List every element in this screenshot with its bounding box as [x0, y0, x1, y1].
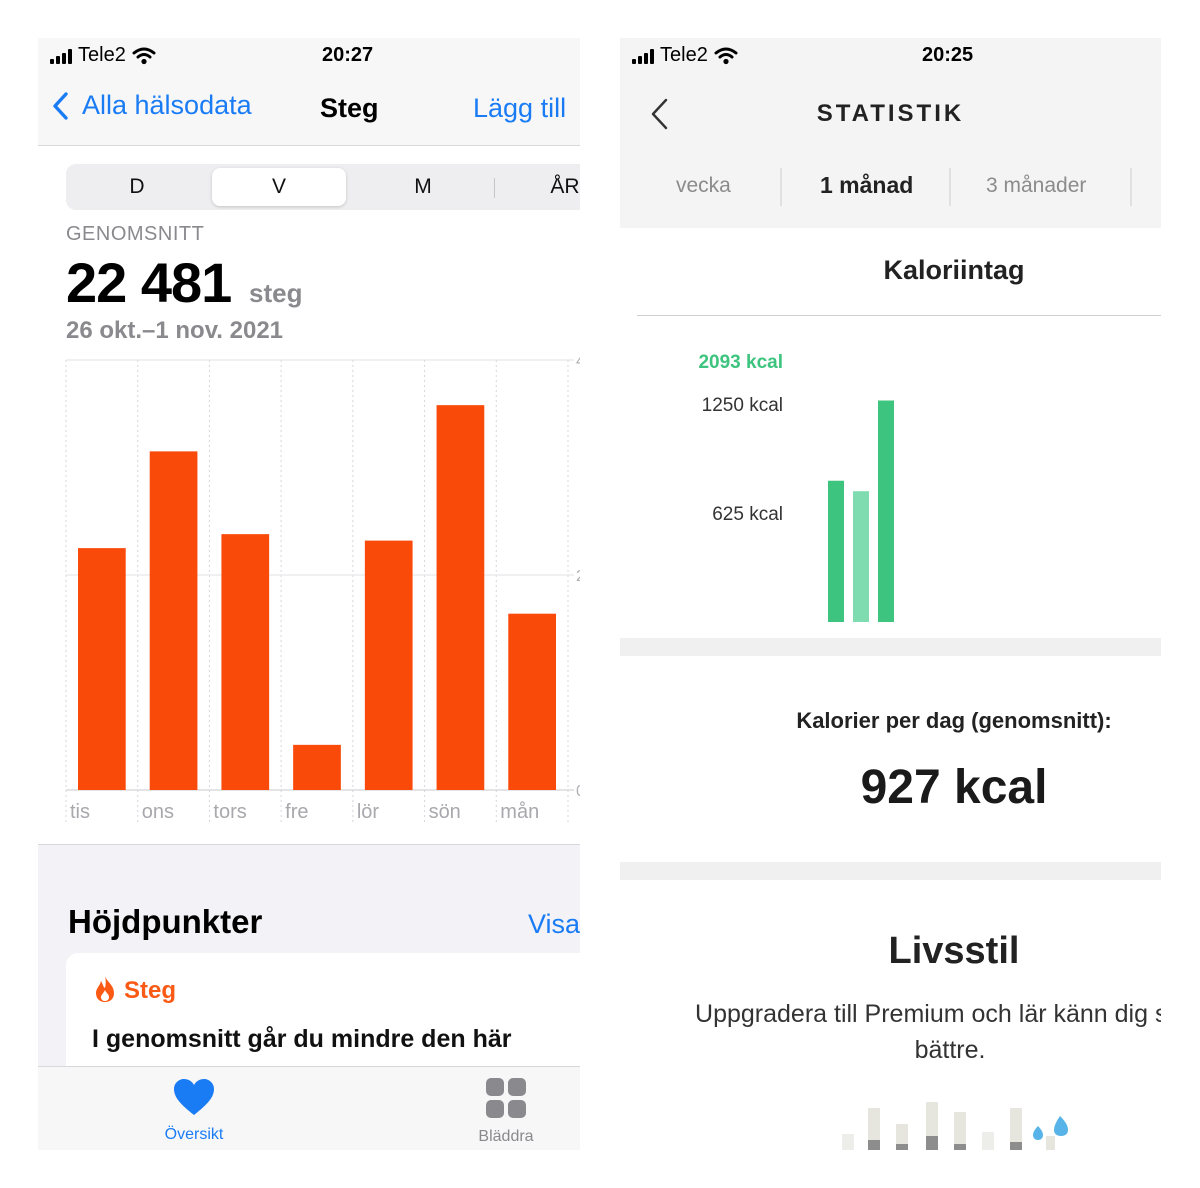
calorie-bar — [878, 400, 894, 622]
status-bar: Tele2 20:27 — [38, 38, 580, 74]
average-unit: steg — [249, 278, 303, 308]
bar-sön — [436, 405, 485, 790]
bar-lör — [364, 540, 413, 790]
tab-overview[interactable]: Översikt — [134, 1077, 254, 1144]
flame-icon — [96, 976, 114, 1002]
x-tick-label: fre — [285, 801, 308, 823]
card-text: I genomsnitt går du mindre den här — [92, 1025, 512, 1053]
health-app-screen: Tele2 20:27 Alla hälsodata Steg Lägg til… — [38, 38, 580, 1150]
calorie-bar — [853, 491, 869, 622]
carrier: Tele2 — [632, 44, 738, 67]
carrier-label: Tele2 — [78, 44, 126, 66]
tab-browse-label: Bläddra — [478, 1128, 534, 1145]
back-button[interactable]: Alla hälsodata — [52, 90, 252, 121]
teaser-bars — [842, 1102, 1022, 1150]
y-tick-label: 4 — [576, 353, 580, 370]
navigation-bar: Tele2 20:27 Alla hälsodata Steg Lägg til… — [38, 38, 580, 146]
x-tick-label: tors — [213, 801, 246, 823]
show-all-link[interactable]: Visa — [528, 909, 580, 940]
back-label: Alla hälsodata — [82, 90, 252, 120]
date-range: 26 okt.–1 nov. 2021 — [66, 317, 284, 344]
page-title: Steg — [320, 93, 379, 123]
bar-ons — [149, 451, 198, 790]
page-title: STATISTIK — [816, 100, 965, 127]
wifi-icon — [714, 47, 738, 64]
tab-three-months[interactable]: 3 månader — [986, 174, 1086, 198]
bar-fre — [293, 744, 341, 790]
y-tick-label: 0 — [576, 783, 580, 800]
calorie-bar-chart[interactable]: 2093 kcal 1250 kcal 625 kcal — [620, 316, 1161, 636]
tab-browse[interactable]: Bläddra — [446, 1077, 566, 1146]
signal-icon — [50, 48, 72, 64]
status-time: 20:27 — [322, 44, 374, 66]
lifestyle-title: Livsstil — [888, 930, 1020, 972]
segment-day[interactable]: D — [70, 168, 204, 206]
highlights-title: Höjdpunkter — [68, 903, 263, 940]
status-time: 20:25 — [922, 44, 974, 66]
average-label: GENOMSNITT — [66, 223, 205, 245]
per-day-value: 927 kcal — [860, 761, 1048, 814]
segment-divider — [494, 178, 495, 198]
heart-icon — [174, 1079, 214, 1115]
steps-bar-chart[interactable]: 0 2 4 tis ons tors fre lör sön mån — [38, 348, 580, 848]
bar-tors — [221, 534, 270, 790]
section-divider — [620, 638, 1161, 656]
x-tick-label: lör — [357, 801, 380, 823]
tab-overview-label: Översikt — [164, 1126, 224, 1143]
tab-divider — [780, 168, 782, 206]
period-segmented-control: D V M ÅR — [66, 164, 580, 210]
carrier-label: Tele2 — [660, 44, 708, 66]
bar-mån — [508, 613, 556, 790]
nutrition-app-screen: Tele2 20:25 STATISTIK vecka 1 månad 3 må… — [620, 38, 1161, 1150]
goal-label: 2093 kcal — [698, 352, 783, 373]
tab-week[interactable]: vecka — [676, 174, 731, 198]
y-tick-label: 1250 kcal — [702, 395, 783, 416]
chevron-left-icon — [53, 91, 68, 120]
average-value: 22 481 — [66, 251, 232, 314]
carrier: Tele2 — [50, 44, 156, 67]
calorie-bar — [828, 480, 844, 622]
segment-year[interactable]: ÅR — [498, 168, 580, 206]
tab-bar: Översikt Bläddra — [38, 1066, 580, 1150]
x-tick-label: sön — [429, 801, 461, 823]
tab-one-month[interactable]: 1 månad — [820, 172, 913, 199]
signal-icon — [632, 48, 654, 64]
status-bar: Tele2 20:25 — [620, 38, 1161, 74]
tab-divider — [1130, 168, 1132, 206]
wifi-icon — [132, 47, 156, 64]
grid-icon — [486, 1078, 526, 1118]
x-tick-label: tis — [70, 801, 90, 823]
chart-title: Kaloriintag — [883, 255, 1025, 285]
segment-month[interactable]: M — [356, 168, 490, 206]
lifestyle-text: Uppgradera till Premium och lär känn dig… — [695, 1000, 1161, 1064]
segment-week[interactable]: V — [212, 168, 346, 206]
y-tick-label: 2 — [576, 568, 580, 585]
section-divider — [620, 862, 1161, 880]
per-day-label: Kalorier per dag (genomsnitt): — [796, 708, 1112, 733]
y-tick-label: 625 kcal — [712, 504, 783, 525]
bar-tis — [78, 548, 126, 790]
tab-divider — [949, 168, 951, 206]
premium-teaser-chart — [842, 1102, 1068, 1150]
x-tick-label: mån — [500, 801, 539, 823]
x-tick-label: ons — [142, 801, 174, 823]
water-drops-icon — [1033, 1116, 1068, 1150]
add-data-button[interactable]: Lägg till — [473, 93, 566, 124]
statistics-header: Tele2 20:25 STATISTIK vecka 1 månad 3 må… — [620, 38, 1161, 228]
card-category: Steg — [124, 977, 177, 1004]
